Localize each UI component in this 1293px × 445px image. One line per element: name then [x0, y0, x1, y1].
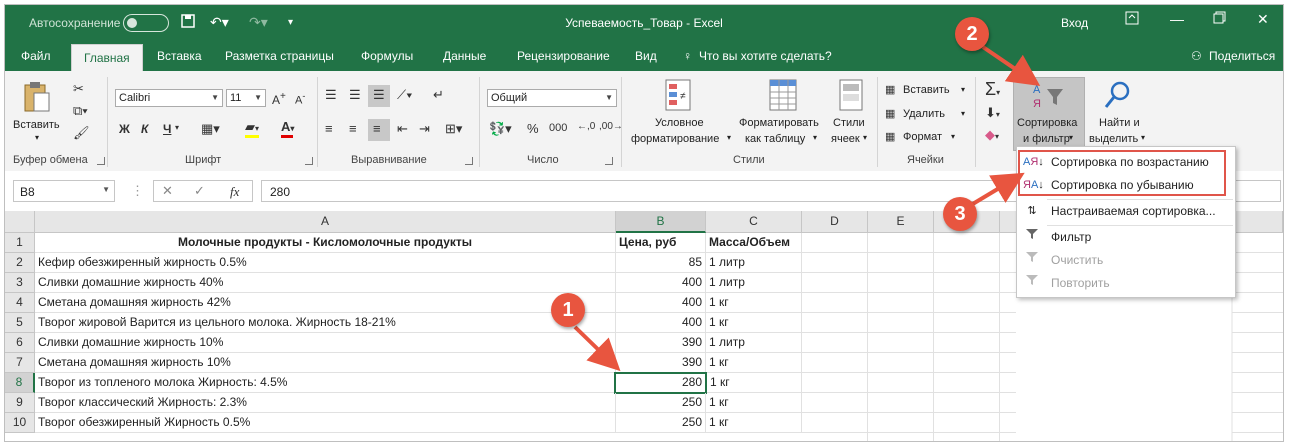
annotation-arrows	[573, 45, 1041, 372]
arrow-1	[573, 325, 621, 372]
step-marker-1: 1	[551, 293, 585, 327]
arrow-2	[981, 45, 1041, 87]
arrow-3	[969, 172, 1025, 207]
excel-window: Автосохранение ↶▾ ↷▾ ▾ Успеваемость_Това…	[4, 4, 1284, 442]
step-marker-2: 2	[955, 17, 989, 51]
step-marker-3: 3	[943, 197, 977, 231]
